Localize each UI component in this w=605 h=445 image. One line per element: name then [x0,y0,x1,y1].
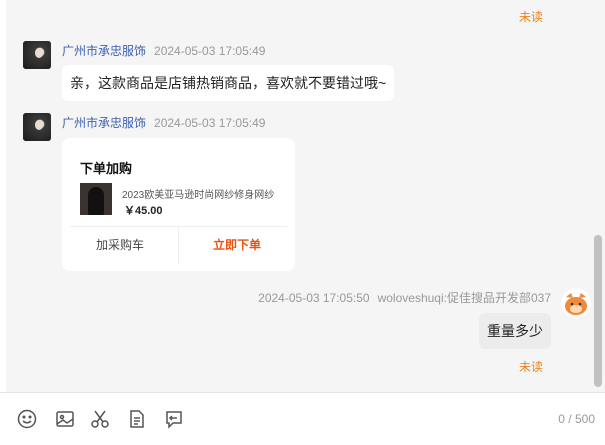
message-bubble: 亲，这款商品是店铺热销商品，喜欢就不要错过哦~ [62,65,395,101]
unread-status: 未读 [518,360,543,374]
quote-icon[interactable] [163,408,185,430]
file-icon[interactable] [126,408,148,430]
unread-status-top: 未读 [518,10,543,24]
product-thumbnail[interactable] [80,183,112,215]
shop-avatar[interactable] [23,113,51,141]
scissors-icon[interactable] [89,408,111,430]
shop-avatar[interactable] [23,41,51,69]
self-message-meta: 2024-05-03 17:05:50 woloveshuqi:促佳搜品开发部03… [258,289,551,306]
message-time: 2024-05-03 17:05:49 [154,44,266,58]
order-now-button[interactable]: 立即下单 [179,227,295,263]
self-message-bubble: 重量多少 [479,313,551,349]
self-avatar[interactable] [561,288,591,318]
message-meta: 广州市承忠服饰 2024-05-03 17:05:49 [62,42,265,59]
scrollbar-thumb[interactable] [594,235,602,387]
image-icon[interactable] [54,408,76,430]
message-meta: 广州市承忠服饰 2024-05-03 17:05:49 [62,114,265,131]
char-counter: 0 / 500 [558,412,595,426]
chat-area: 未读 广州市承忠服饰 2024-05-03 17:05:49 亲，这款商品是店铺热… [0,0,605,392]
sender-name: woloveshuqi:促佳搜品开发部037 [377,291,551,305]
emoji-icon[interactable] [16,408,38,430]
order-card: 下单加购 2023欧美亚马逊时尚网纱修身网纱 ￥45.00 加采购车 立即下单 [62,138,295,271]
left-edge [0,0,6,392]
message-time: 2024-05-03 17:05:49 [154,116,266,130]
card-title: 下单加购 [80,161,133,176]
add-to-cart-button[interactable]: 加采购车 [62,227,178,263]
shop-name[interactable]: 广州市承忠服饰 [62,44,146,58]
product-name[interactable]: 2023欧美亚马逊时尚网纱修身网纱 [122,186,282,201]
input-toolbar: 0 / 500 [0,392,605,445]
shop-name[interactable]: 广州市承忠服饰 [62,116,146,130]
message-time: 2024-05-03 17:05:50 [258,291,370,305]
product-price: ￥45.00 [124,205,163,217]
